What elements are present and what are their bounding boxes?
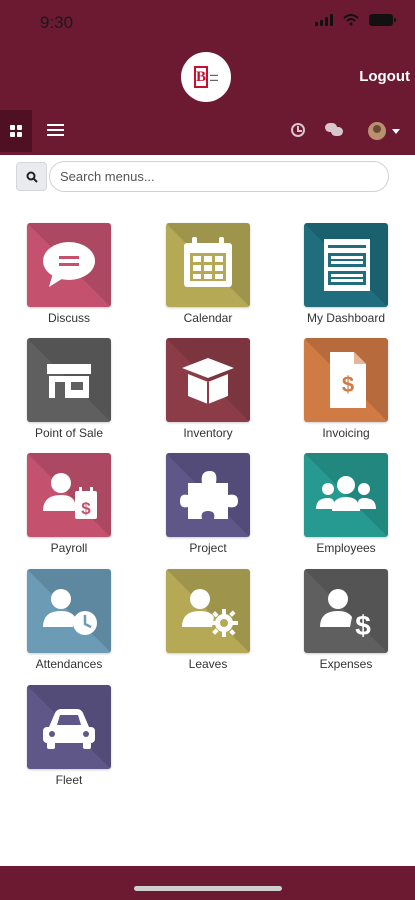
chat-bubble-icon [43, 242, 95, 287]
search-button[interactable] [16, 162, 47, 191]
app-tile[interactable] [27, 223, 111, 307]
app-tile[interactable]: $ [304, 338, 388, 422]
grid-icon [10, 125, 22, 137]
app-label: Attendances [35, 657, 103, 671]
user-dollar-icon: $ [320, 589, 371, 641]
status-icons [315, 14, 396, 26]
app-label: Discuss [47, 311, 90, 325]
user-avatar[interactable] [368, 122, 386, 140]
app-tile[interactable] [27, 338, 111, 422]
battery-icon [369, 14, 396, 26]
wifi-icon [343, 14, 359, 26]
user-clock-icon [43, 589, 97, 635]
app-label: Inventory [183, 426, 233, 440]
app-tile[interactable]: $ [304, 569, 388, 653]
app-attendances[interactable]: Attendances [19, 569, 119, 671]
app-inventory[interactable]: Inventory [158, 338, 258, 440]
car-icon [43, 709, 95, 749]
app-expenses[interactable]: $ Expenses [296, 569, 396, 671]
navbar [0, 110, 415, 152]
status-time: 9:30 [40, 13, 74, 32]
app-label: Point of Sale [34, 426, 104, 440]
app-label: Invoicing [322, 426, 370, 440]
svg-text:$: $ [342, 372, 354, 397]
app-label: Leaves [188, 657, 228, 671]
hamburger-menu-icon[interactable] [47, 124, 64, 139]
caret-down-icon[interactable] [392, 129, 400, 134]
logo-mark: B [194, 66, 208, 88]
clock-icon[interactable] [291, 123, 305, 137]
chat-icon[interactable] [325, 123, 343, 137]
payroll-icon: $ [43, 473, 97, 519]
invoice-icon: $ [330, 352, 366, 408]
app-tile[interactable]: $ [27, 453, 111, 537]
app-tile[interactable] [166, 569, 250, 653]
app-leaves[interactable]: Leaves [158, 569, 258, 671]
store-icon [47, 364, 91, 398]
svg-text:$: $ [355, 610, 371, 641]
app-label: Employees [316, 541, 376, 555]
app-label: Payroll [50, 541, 88, 555]
app-my-dashboard[interactable]: My Dashboard [296, 223, 396, 325]
people-icon [316, 476, 376, 511]
dashboard-icon [324, 239, 370, 291]
app-tile[interactable] [27, 685, 111, 769]
apps-grid-button[interactable] [0, 110, 32, 152]
app-calendar[interactable]: Calendar [158, 223, 258, 325]
user-gear-icon [182, 589, 238, 637]
logo-text-icon: ▬▬ ▬▬ [210, 72, 218, 82]
app-tile[interactable] [166, 223, 250, 307]
logout-button[interactable]: Logout [359, 68, 410, 85]
app-label: Expenses [319, 657, 373, 671]
box-icon [182, 358, 234, 404]
puzzle-icon [180, 471, 238, 519]
app-tile[interactable] [304, 223, 388, 307]
app-invoicing[interactable]: $ Invoicing [296, 338, 396, 440]
app-tile[interactable] [166, 338, 250, 422]
home-indicator[interactable] [134, 886, 282, 891]
app-point-of-sale[interactable]: Point of Sale [19, 338, 119, 440]
svg-text:$: $ [81, 499, 91, 518]
app-label: Fleet [55, 773, 83, 787]
app-label: Project [189, 541, 227, 555]
signal-icon [315, 14, 333, 26]
app-project[interactable]: Project [158, 453, 258, 555]
app-payroll[interactable]: $ Payroll [19, 453, 119, 555]
calendar-icon [184, 237, 232, 287]
app-tile[interactable] [166, 453, 250, 537]
app-tile[interactable] [304, 453, 388, 537]
search-icon [26, 171, 38, 183]
company-logo: B ▬▬ ▬▬ [181, 52, 231, 102]
app-fleet[interactable]: Fleet [19, 685, 119, 787]
app-label: My Dashboard [306, 311, 386, 325]
app-employees[interactable]: Employees [296, 453, 396, 555]
app-tile[interactable] [27, 569, 111, 653]
bottom-bar [0, 866, 415, 900]
app-discuss[interactable]: Discuss [19, 223, 119, 325]
app-label: Calendar [183, 311, 233, 325]
search-menus-input[interactable] [49, 161, 389, 192]
